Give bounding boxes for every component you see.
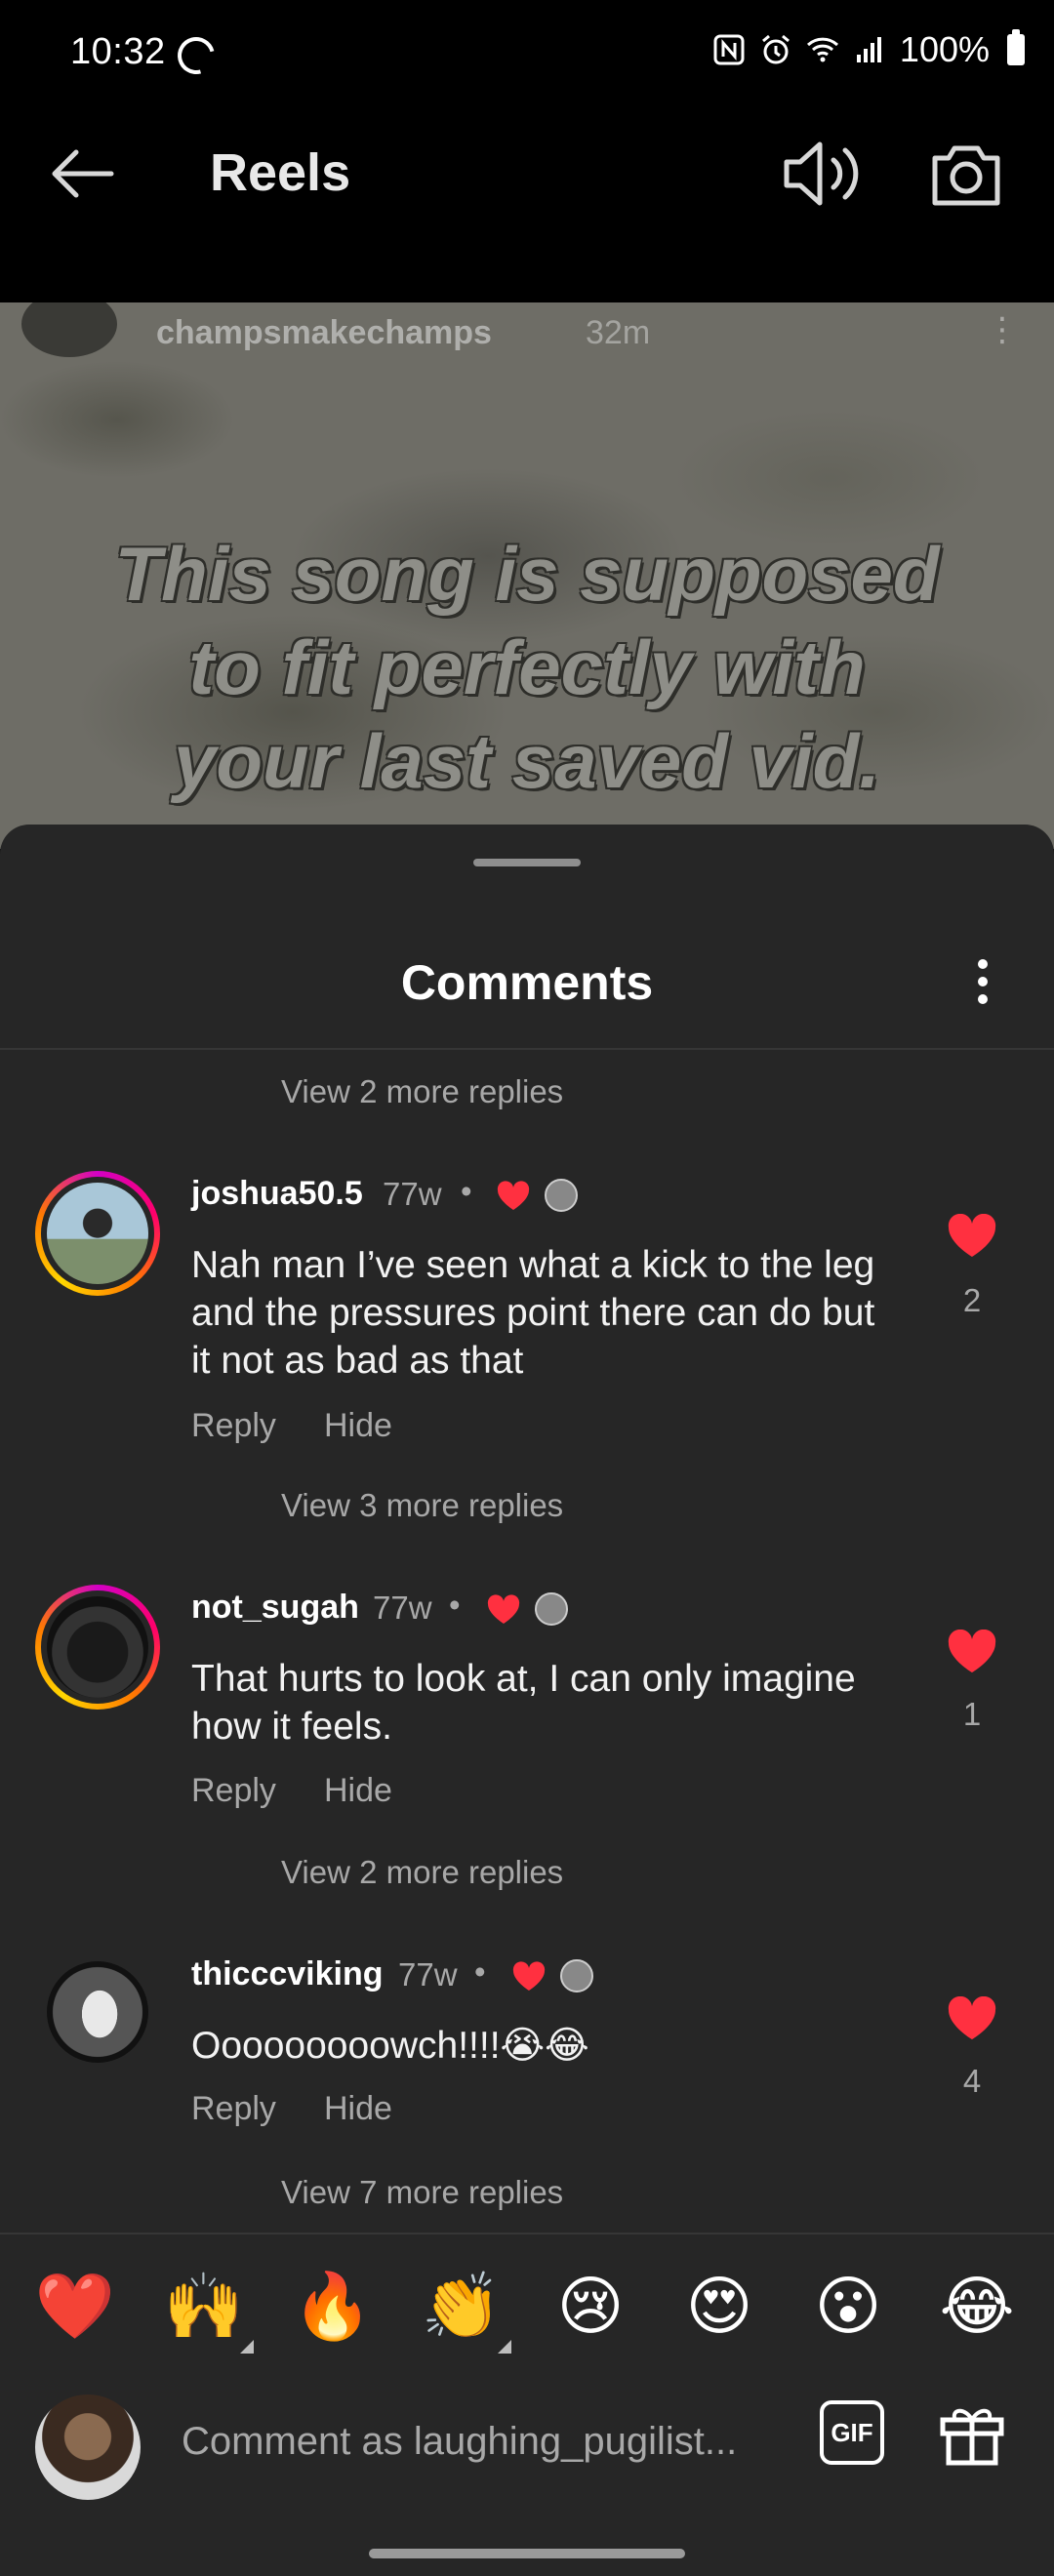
status-time: 10:32	[70, 31, 166, 72]
author-liked-heart-icon	[487, 1594, 520, 1624]
meta-dot: •	[474, 1953, 486, 1990]
divider	[0, 1048, 1054, 1050]
emoji-variant-caret-icon	[240, 2340, 254, 2354]
sheet-drag-handle[interactable]	[473, 859, 581, 866]
volume-icon[interactable]	[781, 135, 869, 213]
video-author-avatar	[21, 302, 117, 357]
more-options-icon[interactable]	[966, 956, 999, 1007]
video-caption: This song is supposed to fit perfectly w…	[0, 527, 1054, 808]
divider	[0, 2233, 1054, 2234]
emoji-fire[interactable]: 🔥	[289, 2262, 377, 2350]
back-arrow-icon[interactable]	[47, 139, 117, 209]
avatar[interactable]	[35, 1171, 160, 1296]
page-title: Reels	[210, 143, 351, 202]
reply-button[interactable]: Reply	[191, 2090, 276, 2128]
gif-button[interactable]: GIF	[820, 2400, 884, 2465]
comment-username[interactable]: joshua50.5	[191, 1175, 363, 1213]
meta-dot: •	[461, 1173, 472, 1209]
view-more-replies[interactable]: View 2 more replies	[281, 1854, 563, 1891]
author-mini-avatar	[545, 1179, 578, 1212]
battery-percent: 100%	[899, 29, 990, 69]
signal-icon	[856, 37, 881, 62]
camera-icon[interactable]	[927, 135, 1005, 213]
avatar[interactable]	[47, 1961, 148, 2063]
loading-spinner-icon	[171, 30, 222, 81]
alarm-icon	[761, 34, 790, 64]
author-liked-heart-icon	[512, 1961, 546, 1991]
comment-age: 77w	[383, 1176, 442, 1212]
emoji-heart[interactable]: ❤️	[31, 2262, 119, 2350]
battery-icon	[1007, 29, 1025, 65]
status-icons: 100%	[712, 29, 1025, 70]
home-indicator[interactable]	[369, 2549, 685, 2558]
emoji-heart-eyes[interactable]: 😍	[675, 2262, 763, 2350]
caption-line: This song is supposed	[114, 531, 940, 617]
caption-line: to fit perfectly with	[188, 624, 866, 710]
wifi-icon	[806, 37, 838, 62]
emoji-crying[interactable]: 😢	[547, 2262, 634, 2350]
current-user-avatar	[35, 2395, 141, 2500]
emoji-laughing[interactable]: 😂	[933, 2262, 1021, 2350]
avatar[interactable]	[35, 1585, 160, 1710]
reel-video[interactable]: champsmakechamps 32m ⋮ This song is supp…	[0, 302, 1054, 849]
hide-button[interactable]: Hide	[324, 1407, 392, 1445]
view-more-replies[interactable]: View 7 more replies	[281, 2174, 563, 2211]
like-count: 1	[962, 1696, 982, 1732]
video-author-username: champsmakechamps	[156, 314, 492, 351]
emoji-clapping[interactable]: 👏	[418, 2262, 506, 2350]
emoji-raising-hands[interactable]: 🙌	[160, 2262, 248, 2350]
emoji-variant-caret-icon	[498, 2340, 511, 2354]
view-more-replies[interactable]: View 2 more replies	[281, 1073, 563, 1110]
hide-button[interactable]: Hide	[324, 1772, 392, 1810]
comment-text: Ooooooooowch!!!!😭😂	[191, 2025, 589, 2067]
emoji-surprised[interactable]: 😮	[804, 2262, 892, 2350]
comment-age: 77w	[373, 1590, 432, 1626]
nfc-icon	[713, 34, 745, 65]
like-heart-icon[interactable]	[947, 1630, 997, 1674]
comment-age: 77w	[398, 1956, 458, 1992]
meta-dot: •	[449, 1587, 461, 1623]
like-heart-icon[interactable]	[947, 1996, 997, 2041]
reply-button[interactable]: Reply	[191, 1772, 276, 1810]
like-count: 4	[962, 2063, 982, 2099]
top-nav	[0, 117, 1054, 302]
comment-username[interactable]: thicccviking	[191, 1955, 384, 1993]
comment-input[interactable]: Comment as laughing_pugilist...	[182, 2420, 737, 2464]
sheet-title: Comments	[400, 955, 654, 1010]
status-bar: 10:32 100%	[0, 0, 1054, 117]
comment-text: That hurts to look at, I can only imagin…	[191, 1658, 856, 1748]
video-more-icon: ⋮	[986, 311, 1019, 348]
emoji-reaction-bar: ❤️ 🙌 🔥 👏 😢 😍 😮 😂	[0, 2262, 1054, 2354]
author-liked-heart-icon	[497, 1181, 530, 1210]
author-mini-avatar	[560, 1959, 593, 1992]
caption-line: your last saved vid.	[174, 718, 880, 804]
author-mini-avatar	[535, 1592, 568, 1626]
video-age: 32m	[586, 314, 651, 351]
comment-username[interactable]: not_sugah	[191, 1589, 359, 1627]
reply-button[interactable]: Reply	[191, 1407, 276, 1445]
like-count: 2	[962, 1282, 982, 1318]
gift-icon[interactable]	[935, 2395, 1009, 2469]
like-heart-icon[interactable]	[947, 1214, 997, 1259]
hide-button[interactable]: Hide	[324, 2090, 392, 2128]
view-more-replies[interactable]: View 3 more replies	[281, 1487, 563, 1524]
comment-text: Nah man I’ve seen what a kick to the leg…	[191, 1244, 875, 1382]
